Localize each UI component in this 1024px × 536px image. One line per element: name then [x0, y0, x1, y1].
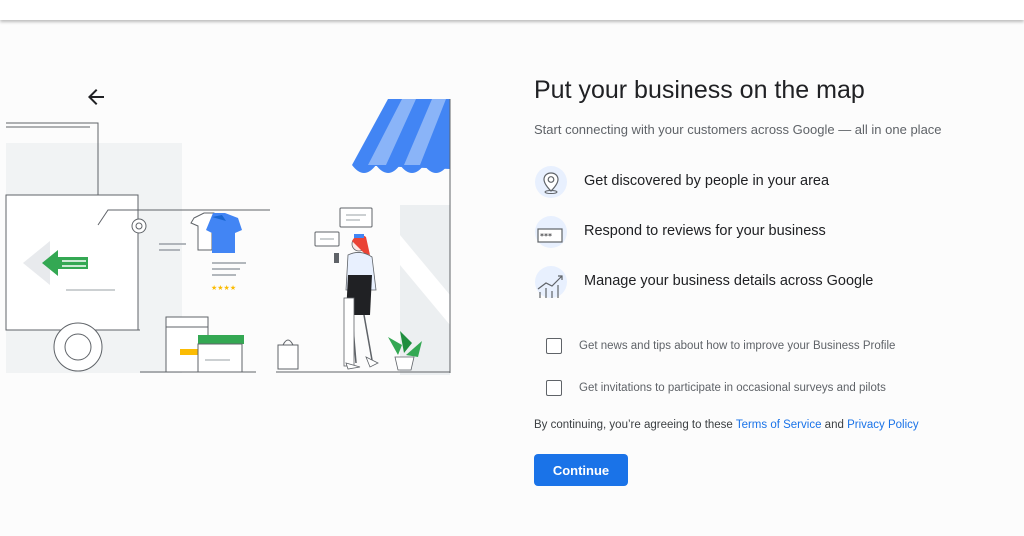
agreement-and: and	[824, 419, 844, 431]
svg-text:***: ***	[540, 232, 552, 241]
news-tips-label[interactable]: Get news and tips about how to improve y…	[579, 340, 895, 352]
business-chart-icon	[535, 266, 567, 298]
feature-discovered: Get discovered by people in your area	[534, 165, 974, 199]
feature-label: Get discovered by people in your area	[584, 173, 830, 189]
storefront-illustration: ★★★★	[5, 99, 451, 375]
page-title: Put your business on the map	[534, 76, 865, 104]
feature-manage: Manage your business details across Goog…	[534, 265, 974, 299]
feature-label: Respond to reviews for your business	[584, 223, 826, 239]
location-pin-icon	[535, 166, 567, 198]
agreement-text: By continuing, you’re agreeing to these …	[534, 419, 919, 431]
agreement-prefix: By continuing, you’re agreeing to these	[534, 419, 733, 431]
surveys-checkbox[interactable]	[546, 380, 562, 396]
news-tips-checkbox[interactable]	[546, 338, 562, 354]
privacy-policy-link[interactable]: Privacy Policy	[847, 419, 919, 431]
feature-reviews: *** Respond to reviews for your business	[534, 215, 974, 249]
surveys-label[interactable]: Get invitations to participate in occasi…	[579, 382, 886, 394]
feature-label: Manage your business details across Goog…	[584, 273, 874, 289]
svg-text:★★★★: ★★★★	[211, 284, 236, 292]
terms-of-service-link[interactable]: Terms of Service	[736, 419, 822, 431]
top-app-bar	[0, 0, 1024, 20]
reviews-icon: ***	[535, 216, 567, 248]
page-subtitle: Start connecting with your customers acr…	[534, 122, 942, 137]
continue-button[interactable]: Continue	[534, 454, 628, 486]
